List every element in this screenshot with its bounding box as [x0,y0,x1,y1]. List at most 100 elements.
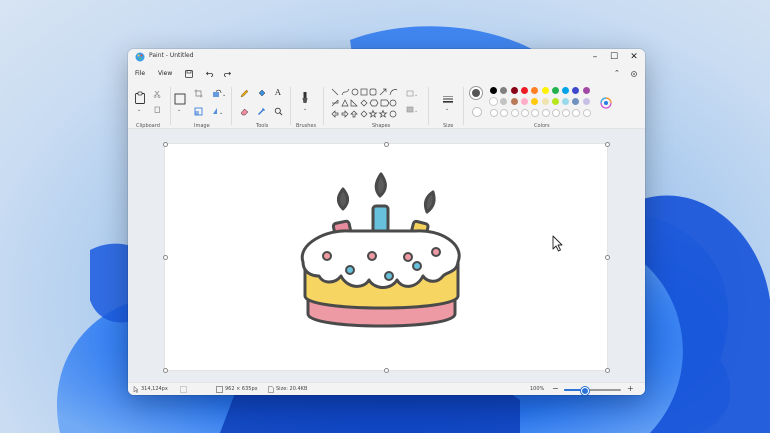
canvas-resize-handle[interactable] [605,368,610,373]
canvas-resize-handle[interactable] [163,255,168,260]
canvas-resize-handle[interactable] [384,142,389,147]
copy-icon[interactable] [153,106,161,114]
custom-color-slot[interactable] [572,109,581,117]
canvas-resize-handle[interactable] [605,142,610,147]
paint-app-icon [135,52,145,62]
shapes-gallery[interactable] [330,87,402,119]
custom-color-slot[interactable] [531,109,540,117]
pencil-icon[interactable] [240,89,249,98]
collapse-ribbon-icon[interactable]: ⌃ [614,69,620,77]
custom-color-slot[interactable] [490,109,498,117]
primary-color-swatch [472,89,480,97]
ribbon-toolbar: ⌄ Clipboard ⌄ ⌄ ⌄ Image A Tools ⌄ Brushe… [128,81,645,129]
palette-color-swatch[interactable] [500,98,508,105]
save-icon[interactable] [184,69,194,79]
selection-size-icon [180,386,187,393]
zoom-in-button[interactable]: + [627,384,634,393]
palette-color-swatch[interactable] [531,87,539,94]
zoom-slider-thumb[interactable] [581,387,589,395]
drawing-canvas[interactable] [165,144,607,370]
magnifier-icon[interactable] [274,107,283,116]
palette-color-swatch[interactable] [510,98,518,105]
canvas-size: 962 × 635px [225,386,258,392]
zoom-level: 100% [530,386,545,392]
canvas-resize-handle[interactable] [163,368,168,373]
fill-icon[interactable] [257,89,266,98]
menu-file[interactable]: File [135,70,145,77]
custom-color-slot[interactable] [541,109,550,117]
color-picker-icon[interactable] [257,107,266,116]
canvas-resize-handle[interactable] [605,255,610,260]
palette-color-swatch[interactable] [551,98,559,105]
cake-drawing [300,172,461,328]
edit-colors-icon[interactable] [600,97,612,109]
brushes-chevron-icon[interactable]: ⌄ [303,106,307,112]
palette-color-swatch[interactable] [541,98,549,105]
ribbon-separator [323,87,324,125]
canvas-resize-handle[interactable] [163,142,168,147]
minimize-button[interactable]: – [589,51,601,63]
palette-color-swatch[interactable] [572,87,580,94]
custom-color-slot[interactable] [562,109,571,117]
custom-color-slot[interactable] [520,109,529,117]
custom-color-slot[interactable] [551,109,560,117]
palette-color-swatch[interactable] [551,87,559,94]
paint-window: Paint - Untitled – ☐ ✕ File View ⌃ ⌄ Cli… [128,49,645,395]
palette-color-swatch[interactable] [500,87,508,94]
svg-text:⌄: ⌄ [222,92,226,98]
select-chevron-icon[interactable]: ⌄ [177,107,181,113]
shape-outline-fill-icon[interactable]: ⌄ ⌄ [406,89,420,117]
palette-color-swatch[interactable] [490,98,497,105]
cursor-position: 314,124px [141,386,168,392]
status-bar: 314,124px 962 × 635px Size: 20.4KB 100% … [128,382,645,395]
ribbon-separator [290,87,291,125]
size-chevron-icon[interactable]: ⌄ [445,106,449,112]
palette-color-swatch[interactable] [562,87,570,94]
canvas-resize-handle[interactable] [384,368,389,373]
zoom-slider[interactable] [564,387,621,395]
palette-color-swatch[interactable] [572,98,580,105]
palette-color-swatch[interactable] [562,98,570,105]
select-icon[interactable] [174,93,186,105]
mouse-pointer-icon [552,235,563,252]
palette-color-swatch[interactable] [510,87,518,94]
svg-text:⌄: ⌄ [414,108,418,114]
flip-icon[interactable]: ⌄ [212,107,226,116]
canvas-size-icon [216,386,223,393]
rotate-icon[interactable]: ⌄ [212,89,226,98]
palette-color-swatch[interactable] [531,98,539,105]
menu-bar: File View ⌃ [128,67,645,81]
resize-icon[interactable] [194,107,203,116]
crop-icon[interactable] [194,89,203,98]
file-size: Size: 20.4KB [276,386,308,392]
eraser-icon[interactable] [240,107,249,116]
menu-view[interactable]: View [158,70,172,77]
palette-color-swatch[interactable] [520,98,528,105]
palette-color-swatch[interactable] [582,98,590,105]
custom-color-slot[interactable] [510,109,519,117]
size-lines-icon[interactable] [442,95,454,103]
brush-icon[interactable] [301,91,309,105]
paste-chevron-icon[interactable]: ⌄ [137,107,141,113]
close-button[interactable]: ✕ [628,51,640,63]
primary-color-ring[interactable] [470,87,482,99]
paste-icon[interactable] [134,91,146,105]
palette-color-swatch[interactable] [541,87,549,94]
redo-icon[interactable] [222,69,232,79]
maximize-button[interactable]: ☐ [608,51,620,63]
custom-color-slot[interactable] [500,109,509,117]
cut-icon[interactable] [153,90,161,98]
palette-color-swatch[interactable] [520,87,528,94]
ribbon-separator [170,87,171,125]
palette-color-swatch[interactable] [490,87,497,94]
palette-color-swatch[interactable] [582,87,590,94]
custom-color-slot[interactable] [582,109,591,117]
cursor-position-icon [133,386,139,393]
undo-icon[interactable] [205,69,215,79]
zoom-out-button[interactable]: − [552,384,559,393]
secondary-color-swatch[interactable] [472,107,482,117]
file-size-icon [268,386,274,393]
text-tool-icon[interactable]: A [275,88,281,97]
ribbon-separator [428,87,429,125]
settings-icon[interactable] [629,69,639,79]
